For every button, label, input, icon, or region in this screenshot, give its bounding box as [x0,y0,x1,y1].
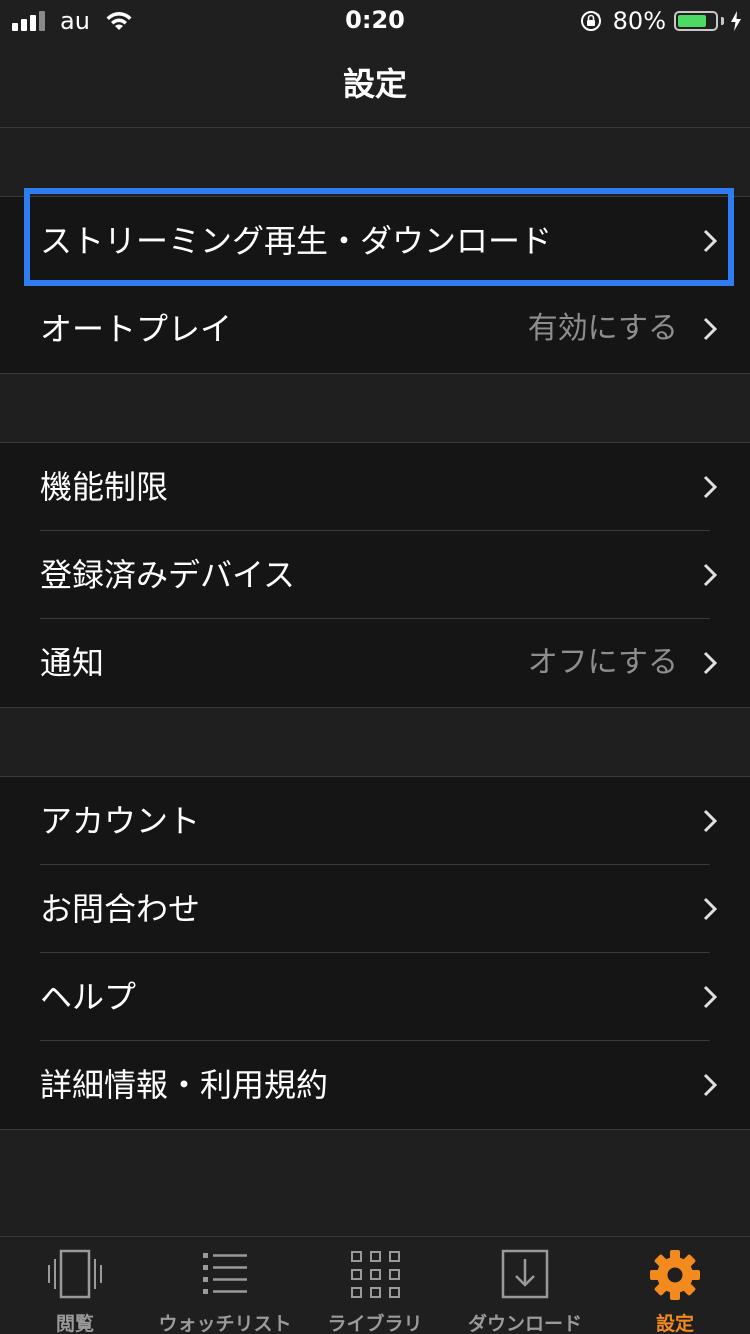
streaming-download-label: ストリーミング再生・ダウンロード [40,222,553,260]
tab-bar: 閲覧 ウォッチリスト ライブラリ ダウンロード 設定 [0,1236,750,1334]
contact-row[interactable]: お問合わせ [0,865,750,953]
autoplay-label: オートプレイ [40,310,233,348]
watchlist-icon [203,1253,247,1294]
page-title: 設定 [0,40,750,128]
tab-browse[interactable]: 閲覧 [0,1237,150,1334]
contact-label: お問合わせ [40,890,201,928]
status-bar: au 0:20 80% [0,0,750,40]
help-label: ヘルプ [40,978,137,1016]
chevron-right-icon [703,1073,718,1097]
chevron-right-icon [703,229,718,253]
autoplay-row[interactable]: オートプレイ 有効にする [0,285,750,373]
playback-section: ストリーミング再生・ダウンロード オートプレイ 有効にする [0,196,750,374]
registered-devices-row[interactable]: 登録済みデバイス [0,531,750,619]
tab-label: 閲覧 [55,1313,94,1334]
notification-value: オフにする [527,645,678,680]
chevron-right-icon [703,317,718,341]
rotation-lock-icon [580,11,601,31]
function-restriction-label: 機能制限 [40,468,169,506]
chevron-right-icon [703,475,718,499]
status-right: 80% [579,6,742,36]
account-row[interactable]: アカウント [0,777,750,865]
gear-icon [650,1250,700,1300]
browse-icon [48,1249,102,1299]
terms-row[interactable]: 詳細情報・利用規約 [0,1041,750,1129]
function-restriction-row[interactable]: 機能制限 [0,443,750,531]
account-label: アカウント [40,802,201,840]
tab-watchlist[interactable]: ウォッチリスト [150,1237,300,1334]
autoplay-value: 有効にする [527,311,678,346]
charging-icon [731,11,741,31]
tab-label: ライブラリ [327,1313,423,1334]
battery-nub [721,17,724,25]
tab-library[interactable]: ライブラリ [300,1237,450,1334]
library-icon [351,1251,400,1298]
tab-label: ウォッチリスト [158,1313,292,1334]
tab-label: 設定 [655,1313,694,1334]
chevron-right-icon [703,651,718,675]
tab-settings[interactable]: 設定 [600,1237,750,1334]
battery-fill [678,15,706,27]
battery-percent: 80% [612,7,666,35]
streaming-download-row[interactable]: ストリーミング再生・ダウンロード [0,197,750,285]
help-row[interactable]: ヘルプ [0,953,750,1041]
info-section: アカウント お問合わせ ヘルプ 詳細情報・利用規約 [0,776,750,1130]
notification-label: 通知 [40,644,105,682]
tab-download[interactable]: ダウンロード [450,1237,600,1334]
notification-row[interactable]: 通知 オフにする [0,619,750,707]
registered-devices-label: 登録済みデバイス [40,556,296,594]
chevron-right-icon [703,897,718,921]
chevron-right-icon [703,563,718,587]
chevron-right-icon [703,985,718,1009]
download-icon [501,1249,549,1299]
chevron-right-icon [703,809,718,833]
tab-label: ダウンロード [467,1313,582,1334]
device-section: 機能制限 登録済みデバイス 通知 オフにする [0,442,750,708]
battery-icon [674,11,718,31]
terms-label: 詳細情報・利用規約 [40,1066,329,1104]
settings-screen: au 0:20 80% 設定 ストリーミング再生・ダウンロード オートプレイ 有… [0,0,750,1334]
